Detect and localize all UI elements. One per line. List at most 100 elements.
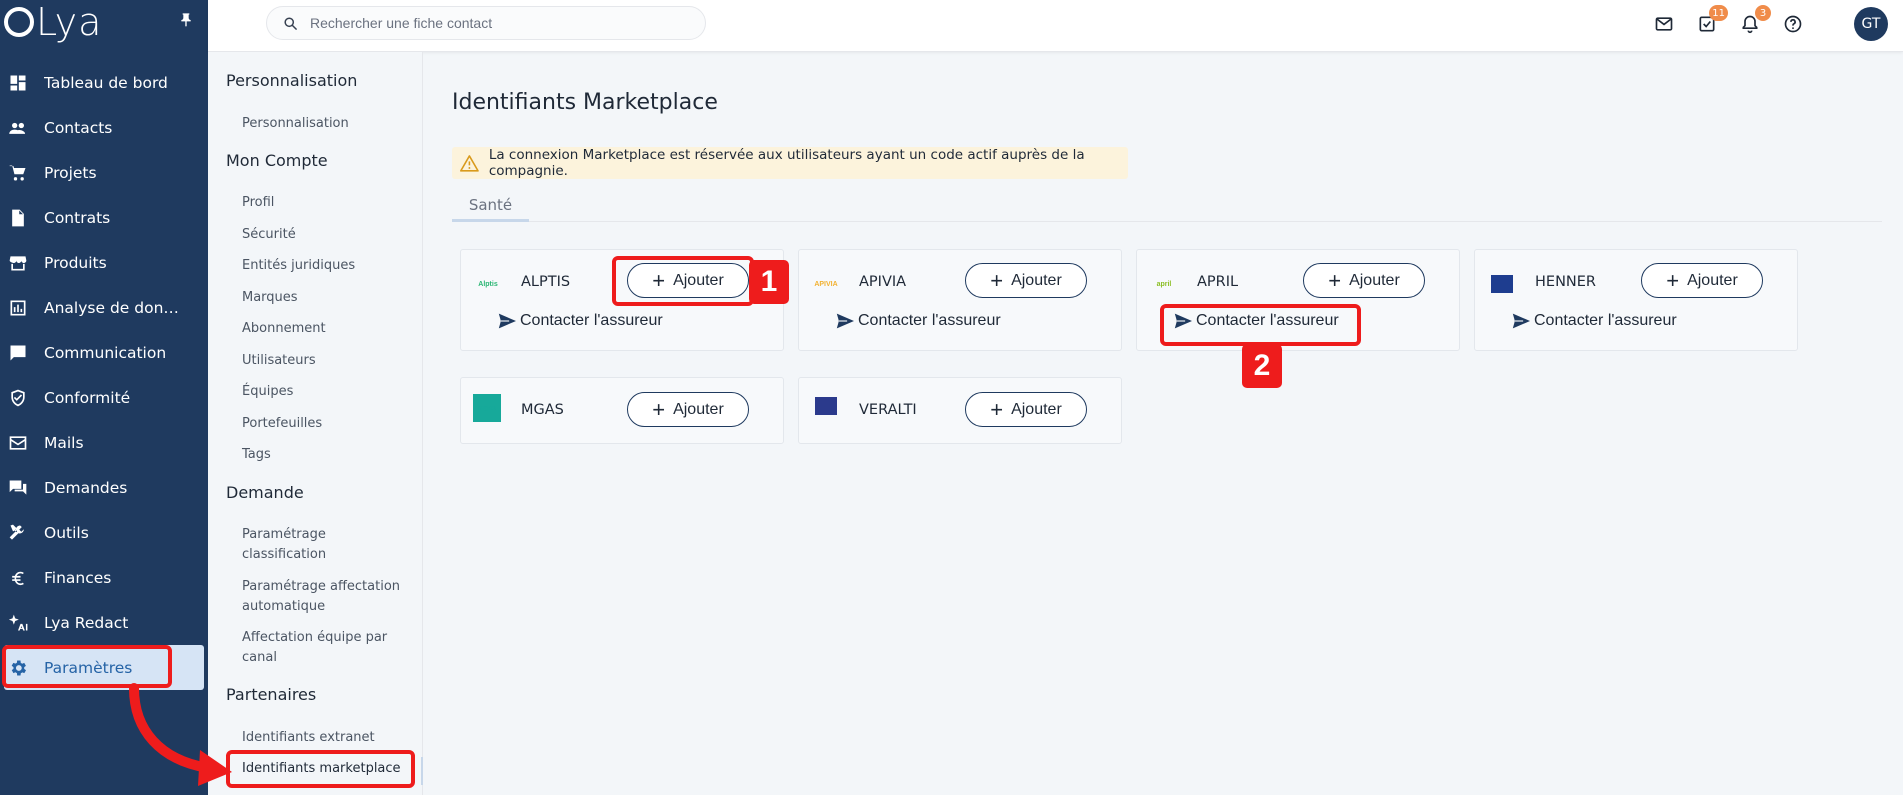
- menu-item-securite[interactable]: Sécurité: [242, 225, 296, 245]
- nav-item-projets[interactable]: Projets: [0, 150, 208, 195]
- menu-item-abonnement[interactable]: Abonnement: [242, 319, 326, 339]
- plus-icon: +: [1328, 267, 1342, 293]
- menu-item-utilisateurs[interactable]: Utilisateurs: [242, 351, 316, 371]
- chat-icon: [8, 343, 28, 363]
- nav-item-contrats[interactable]: Contrats: [0, 195, 208, 240]
- nav-item-produits[interactable]: Produits: [0, 240, 208, 285]
- insurer-card-mgas: mgas MGAS + Ajouter: [460, 377, 784, 444]
- people-icon: [8, 118, 28, 138]
- nav-item-label: Finances: [44, 568, 112, 587]
- bell-icon[interactable]: 3: [1739, 5, 1771, 35]
- tab-sante[interactable]: Santé: [452, 190, 529, 222]
- nav-item-analyse-de-donn-[interactable]: Analyse de donn…: [0, 285, 208, 330]
- insurer-card-henner: HENNER + Ajouter Contacter l'assureur: [1474, 249, 1798, 351]
- alptis-contact-link[interactable]: Contacter l'assureur: [497, 312, 663, 330]
- alert-text: La connexion Marketplace est réservée au…: [488, 147, 1085, 179]
- menu-item-affectation-equipe[interactable]: Affectation équipe par canal: [242, 628, 402, 668]
- nav-item-label: Produits: [44, 253, 107, 272]
- logo-text: Lya: [36, 0, 103, 44]
- tasks-badge: 11: [1709, 5, 1728, 21]
- plus-icon: +: [652, 396, 666, 422]
- pin-icon[interactable]: [178, 12, 194, 32]
- nav-item-label: Demandes: [44, 478, 128, 497]
- app-logo[interactable]: Lya: [4, 0, 102, 44]
- apivia-name: APIVIA: [859, 274, 907, 290]
- april-name: APRIL: [1197, 274, 1239, 290]
- april-add-button[interactable]: + Ajouter: [1303, 263, 1425, 298]
- henner-contact-link[interactable]: Contacter l'assureur: [1511, 312, 1677, 330]
- henner-logo: [1487, 272, 1517, 296]
- tab-bar: Santé: [452, 190, 1882, 222]
- search-icon: [284, 16, 297, 30]
- contact-link-label: Contacter l'assureur: [520, 312, 663, 329]
- logo-ring-icon: [4, 7, 34, 37]
- nav-item-finances[interactable]: Finances: [0, 555, 208, 600]
- dashboard-icon: [8, 73, 28, 93]
- section-demande: Demande: [226, 483, 304, 502]
- euro-icon: [8, 568, 28, 588]
- shield-icon: [8, 388, 28, 408]
- nav-item-mails[interactable]: Mails: [0, 420, 208, 465]
- notifications-badge: 3: [1755, 5, 1771, 21]
- step-badge-1: 1: [749, 260, 789, 304]
- highlight-marketplace: [226, 750, 415, 788]
- menu-item-profil[interactable]: Profil: [242, 193, 274, 213]
- highlight-contacter: [1160, 304, 1361, 346]
- contact-link-label: Contacter l'assureur: [858, 312, 1001, 329]
- step-badge-2: 2: [1242, 344, 1282, 388]
- top-bar: 11 3 GT: [208, 0, 1903, 52]
- apivia-add-button[interactable]: + Ajouter: [965, 263, 1087, 298]
- mgas-logo: mgas: [473, 394, 501, 422]
- insurer-card-apivia: APIVIA APIVIA + Ajouter Contacter l'assureur: [798, 249, 1122, 351]
- active-indicator: [421, 757, 423, 785]
- nav-item-conformité[interactable]: Conformité: [0, 375, 208, 420]
- menu-item-parametrage-affectation[interactable]: Paramétrage affectation automatique: [242, 577, 412, 617]
- plus-icon: +: [990, 396, 1004, 422]
- settings-menu: Personnalisation Personnalisation Mon Co…: [208, 52, 423, 795]
- plus-icon: +: [1666, 267, 1680, 293]
- nav-item-label: Contrats: [44, 208, 111, 227]
- search-input[interactable]: [310, 15, 690, 31]
- highlight-ajouter: [612, 256, 754, 306]
- nav-item-lya-redact[interactable]: Lya Redact: [0, 600, 208, 645]
- veralti-name: VERALTI: [859, 402, 917, 418]
- store-icon: [8, 253, 28, 273]
- add-button-label: Ajouter: [1011, 271, 1062, 289]
- menu-item-personnalisation[interactable]: Personnalisation: [242, 114, 349, 134]
- tools-icon: [8, 523, 28, 543]
- add-button-label: Ajouter: [1687, 271, 1738, 289]
- henner-add-button[interactable]: + Ajouter: [1641, 263, 1763, 298]
- mgas-add-button[interactable]: + Ajouter: [627, 392, 749, 427]
- henner-name: HENNER: [1535, 274, 1596, 290]
- warning-icon: [460, 155, 479, 172]
- apivia-contact-link[interactable]: Contacter l'assureur: [835, 312, 1001, 330]
- alptis-logo: Alptis: [478, 280, 498, 288]
- user-avatar[interactable]: GT: [1854, 7, 1888, 41]
- menu-item-marques[interactable]: Marques: [242, 288, 298, 308]
- alert-banner: La connexion Marketplace est réservée au…: [452, 147, 1128, 179]
- veralti-add-button[interactable]: + Ajouter: [965, 392, 1087, 427]
- help-icon[interactable]: [1782, 13, 1804, 35]
- nav-item-outils[interactable]: Outils: [0, 510, 208, 555]
- nav-item-contacts[interactable]: Contacts: [0, 105, 208, 150]
- ai-sparkle-icon: [8, 613, 28, 633]
- mail-top-icon[interactable]: [1653, 13, 1675, 35]
- add-button-label: Ajouter: [1011, 400, 1062, 418]
- nav-item-demandes[interactable]: Demandes: [0, 465, 208, 510]
- nav-item-label: Tableau de bord: [44, 73, 168, 92]
- menu-item-equipes[interactable]: Équipes: [242, 382, 293, 402]
- plus-icon: +: [990, 267, 1004, 293]
- apivia-logo: APIVIA: [814, 280, 838, 288]
- menu-item-parametrage-classification[interactable]: Paramétrage classification: [242, 525, 402, 565]
- nav-item-tableau-de-bord[interactable]: Tableau de bord: [0, 60, 208, 105]
- tasks-icon[interactable]: 11: [1696, 5, 1728, 35]
- menu-item-identifiants-extranet[interactable]: Identifiants extranet: [242, 728, 375, 748]
- menu-item-tags[interactable]: Tags: [242, 445, 271, 465]
- menu-item-portefeuilles[interactable]: Portefeuilles: [242, 414, 322, 434]
- nav-item-label: Projets: [44, 163, 97, 182]
- mgas-name: MGAS: [521, 402, 564, 418]
- search-box[interactable]: [266, 6, 706, 40]
- april-logo: april: [1156, 280, 1172, 288]
- nav-item-communication[interactable]: Communication: [0, 330, 208, 375]
- menu-item-entites-juridiques[interactable]: Entités juridiques: [242, 256, 355, 276]
